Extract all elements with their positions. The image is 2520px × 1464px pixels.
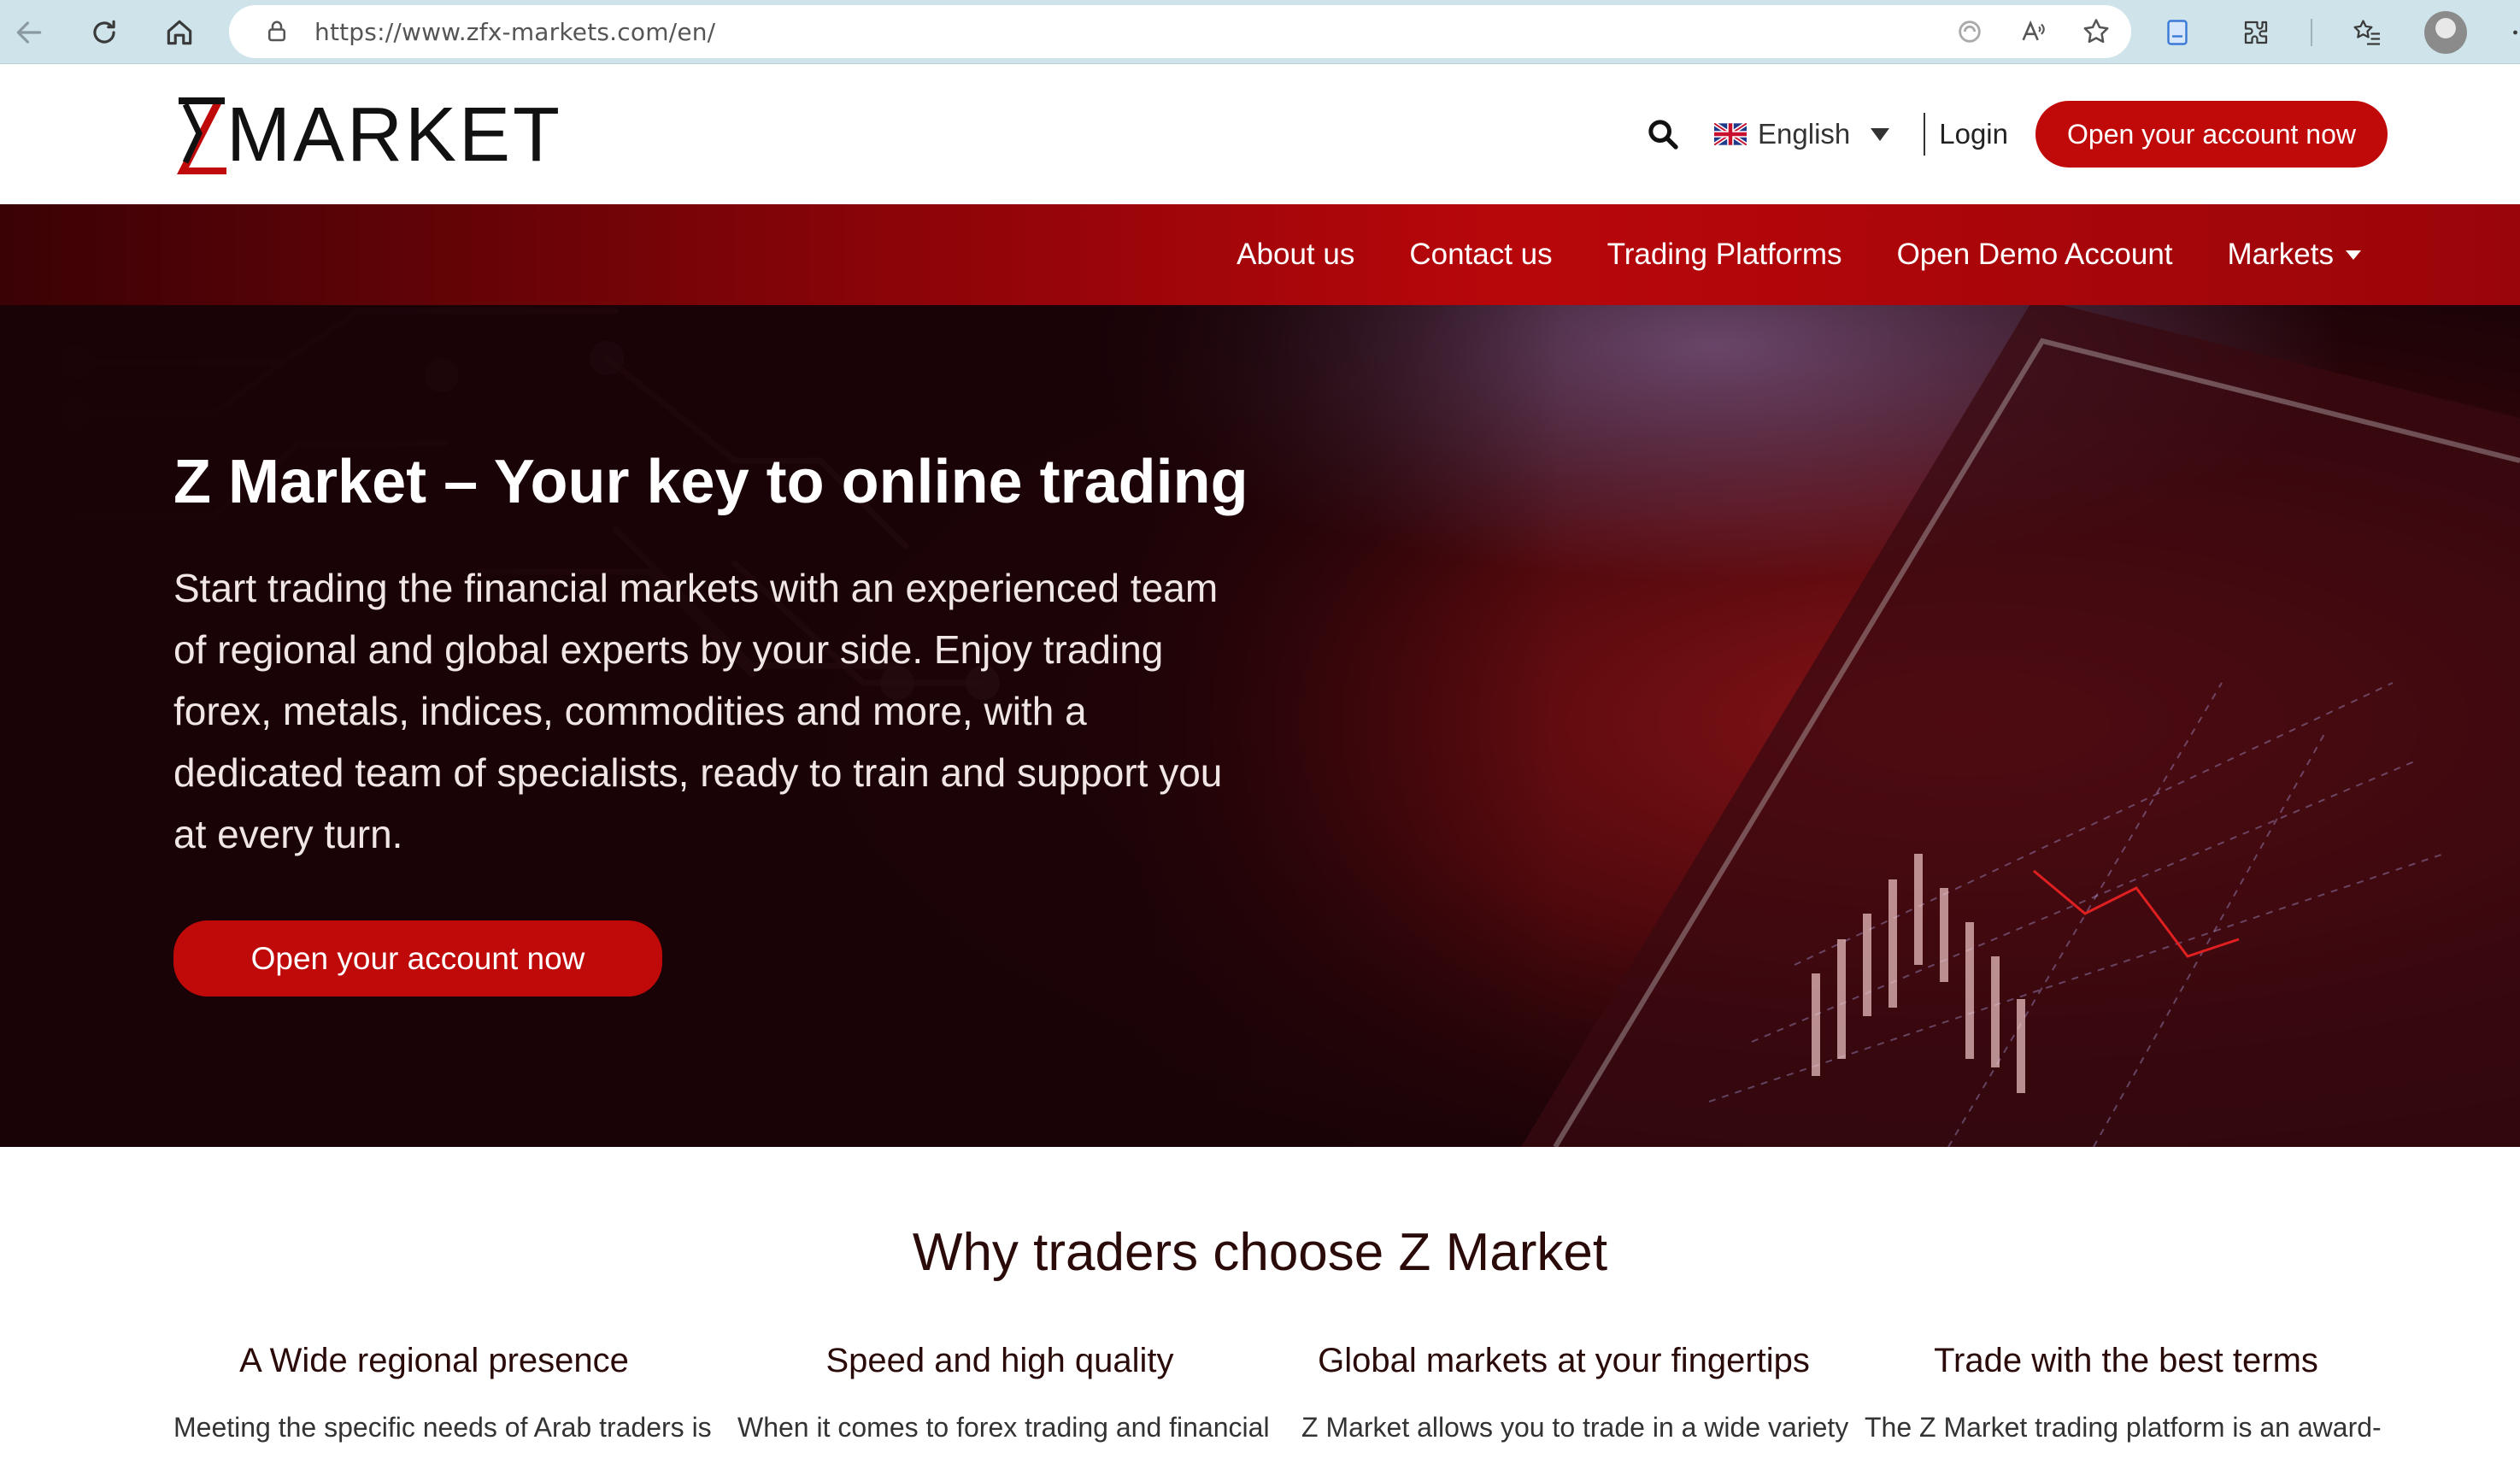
feature-text: Meeting the specific needs of Arab trade… — [173, 1412, 712, 1443]
tracking-prevention-icon[interactable] — [1950, 12, 1989, 51]
feature-text: The Z Market trading platform is an awar… — [1865, 1412, 2382, 1443]
nav-markets-label: Markets — [2227, 238, 2334, 271]
feature-title: Trade with the best terms — [1934, 1342, 2318, 1379]
nav-open-demo-account[interactable]: Open Demo Account — [1897, 238, 2173, 272]
main-navigation: About us Contact us Trading Platforms Op… — [0, 204, 2520, 305]
login-link[interactable]: Login — [1939, 118, 2008, 150]
address-bar[interactable]: https://www.zfx-markets.com/en/ — [229, 5, 2131, 58]
feature-speed-quality: Speed and high quality When it comes to … — [726, 1342, 1273, 1443]
hero-section: About us Contact us Trading Platforms Op… — [0, 204, 2520, 1147]
profile-avatar[interactable] — [2422, 9, 2470, 56]
url-text[interactable]: https://www.zfx-markets.com/en/ — [314, 18, 715, 46]
more-options-icon[interactable] — [2500, 9, 2520, 56]
chevron-down-icon — [1871, 127, 1890, 141]
nav-about-us[interactable]: About us — [1237, 238, 1354, 272]
language-selector[interactable]: English — [1714, 118, 1890, 150]
feature-text: When it comes to forex trading and finan… — [737, 1412, 1270, 1443]
feature-title: A Wide regional presence — [239, 1342, 629, 1379]
feature-title: Speed and high quality — [825, 1342, 1174, 1379]
feature-global-markets: Global markets at your fingertips Z Mark… — [1290, 1342, 1849, 1443]
back-icon[interactable] — [5, 9, 53, 56]
nav-trading-platforms[interactable]: Trading Platforms — [1607, 238, 1842, 272]
site-header: MARKET English Login Open your account n… — [0, 65, 2520, 204]
hero-open-account-button[interactable]: Open your account now — [173, 920, 662, 997]
zmarket-logo[interactable]: MARKET — [173, 92, 562, 178]
header-divider — [1924, 113, 1926, 156]
why-section-title: Why traders choose Z Market — [912, 1223, 1608, 1282]
favorites-icon[interactable] — [2343, 9, 2391, 56]
uk-flag-icon — [1714, 123, 1748, 145]
browser-toolbar: https://www.zfx-markets.com/en/ — [0, 0, 2520, 64]
favorite-star-icon[interactable] — [2077, 12, 2116, 51]
feature-text: Z Market allows you to trade in a wide v… — [1301, 1412, 1849, 1443]
feature-regional-presence: A Wide regional presence Meeting the spe… — [161, 1342, 712, 1443]
feature-title: Global markets at your fingertips — [1318, 1342, 1810, 1379]
nav-markets-dropdown[interactable]: Markets — [2228, 238, 2361, 272]
language-label: English — [1758, 118, 1851, 150]
toolbar-divider — [2311, 19, 2312, 46]
feature-best-terms: Trade with the best terms The Z Market t… — [1853, 1342, 2400, 1443]
hero-title: Z Market – Your key to online trading — [173, 448, 1248, 516]
search-icon[interactable] — [1646, 117, 1680, 151]
caret-down-icon — [2346, 250, 2361, 260]
nav-contact-us[interactable]: Contact us — [1409, 238, 1552, 272]
read-aloud-icon[interactable] — [2013, 12, 2053, 51]
hero-description: Start trading the financial markets with… — [173, 566, 1223, 856]
logo-wordmark: MARKET — [226, 92, 563, 178]
open-account-button[interactable]: Open your account now — [2035, 101, 2388, 168]
home-icon[interactable] — [156, 9, 203, 56]
extensions-icon[interactable] — [2232, 9, 2280, 56]
logo-z-mark — [177, 97, 226, 174]
collections-icon[interactable] — [2153, 9, 2201, 56]
lock-icon[interactable] — [258, 13, 296, 50]
refresh-icon[interactable] — [80, 9, 128, 56]
